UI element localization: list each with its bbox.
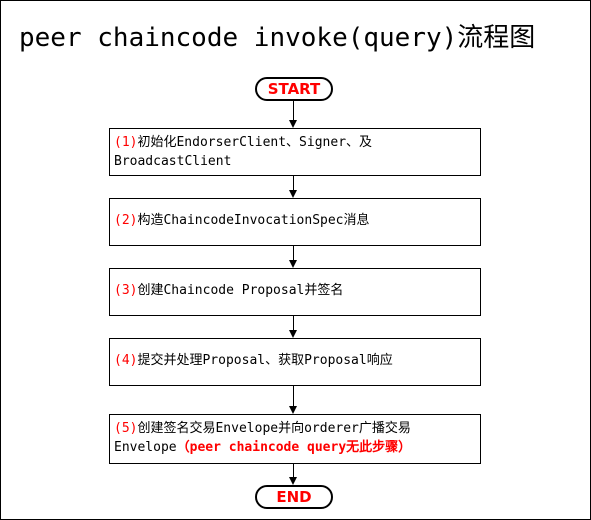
step-5-text-cont: Envelope — [114, 440, 177, 455]
connector-step5-end — [293, 464, 294, 477]
start-terminal: START — [255, 77, 333, 101]
step-2-box: (2)构造ChaincodeInvocationSpec消息 — [109, 198, 481, 246]
step-5-text: 创建签名交易Envelope并向orderer广播交易 — [137, 421, 411, 436]
step-5-box: (5)创建签名交易Envelope并向orderer广播交易 Envelope（… — [109, 414, 481, 464]
step-1-box: (1)初始化EndorserClient、Signer、及 BroadcastC… — [109, 128, 481, 176]
connector-step1-step2 — [293, 176, 294, 190]
step-4-number: (4) — [114, 353, 138, 368]
step-1-text: 初始化EndorserClient、Signer、及 — [137, 135, 373, 150]
diagram-frame: peer chaincode invoke(query)流程图 START (1… — [0, 0, 591, 520]
diagram-title: peer chaincode invoke(query)流程图 — [19, 23, 536, 53]
step-1-number: (1) — [114, 135, 138, 150]
step-3-text: 创建Chaincode Proposal并签名 — [137, 283, 344, 298]
arrow-down-icon — [289, 330, 297, 338]
connector-step3-step4 — [293, 316, 294, 330]
step-4-line-1: (4)提交并处理Proposal、获取Proposal响应 — [114, 351, 476, 370]
arrow-down-icon — [289, 477, 297, 485]
step-2-number: (2) — [114, 213, 138, 228]
step-3-line-1: (3)创建Chaincode Proposal并签名 — [114, 281, 476, 300]
step-4-box: (4)提交并处理Proposal、获取Proposal响应 — [109, 338, 481, 386]
connector-step4-step5 — [293, 386, 294, 406]
step-1-line-2: BroadcastClient — [114, 154, 232, 169]
step-3-box: (3)创建Chaincode Proposal并签名 — [109, 268, 481, 316]
step-2-text: 构造ChaincodeInvocationSpec消息 — [137, 213, 370, 228]
connector-start-step1 — [293, 101, 294, 120]
step-5-note: （peer chaincode query无此步骤） — [176, 440, 412, 455]
step-1-line-1: (1)初始化EndorserClient、Signer、及 — [114, 133, 476, 152]
step-3-number: (3) — [114, 283, 138, 298]
step-5-line-1: (5)创建签名交易Envelope并向orderer广播交易 — [114, 419, 476, 438]
end-terminal: END — [255, 485, 333, 509]
arrow-down-icon — [289, 190, 297, 198]
step-4-text: 提交并处理Proposal、获取Proposal响应 — [137, 353, 393, 368]
step-5-line-2: Envelope（peer chaincode query无此步骤） — [114, 438, 476, 457]
arrow-down-icon — [289, 120, 297, 128]
connector-step2-step3 — [293, 246, 294, 260]
arrow-down-icon — [289, 260, 297, 268]
step-2-line-1: (2)构造ChaincodeInvocationSpec消息 — [114, 211, 476, 230]
arrow-down-icon — [289, 406, 297, 414]
step-5-number: (5) — [114, 421, 138, 436]
